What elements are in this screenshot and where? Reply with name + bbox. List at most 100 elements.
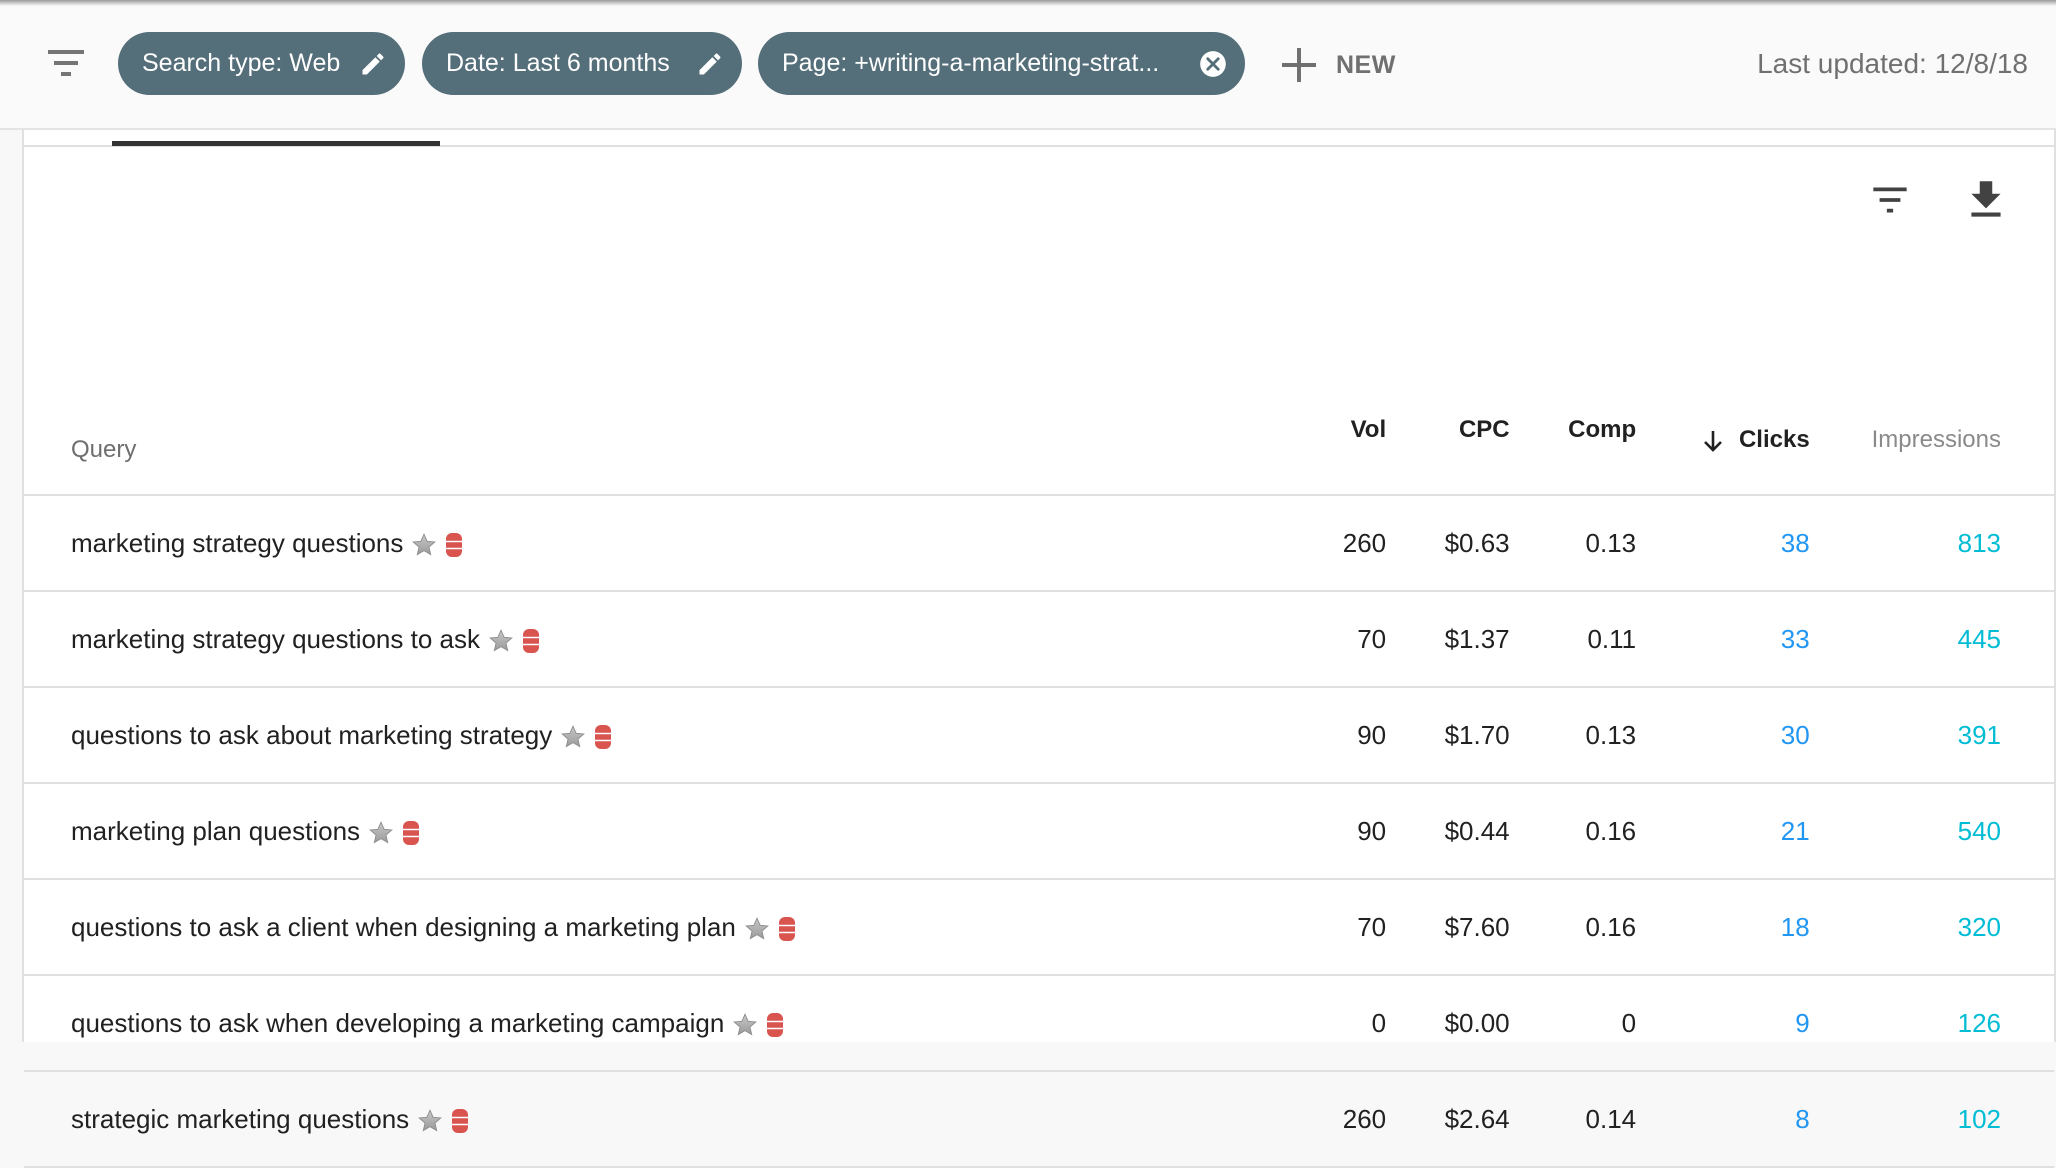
vol-cell: 90: [795, 687, 1387, 784]
database-icon[interactable]: [402, 820, 420, 846]
clicks-cell[interactable]: 38: [1636, 495, 1810, 592]
cpc-cell: $0.63: [1386, 495, 1510, 592]
database-icon[interactable]: [522, 628, 540, 654]
query-text: questions to ask about marketing strateg…: [71, 719, 553, 750]
filter-list-icon[interactable]: [48, 44, 92, 84]
impressions-cell[interactable]: 102: [1809, 1071, 2054, 1168]
star-icon[interactable]: [417, 1108, 443, 1134]
column-header-query[interactable]: Query: [24, 365, 796, 496]
table-header-row: Query Vol CPC Comp Clicks Impressions: [24, 365, 2054, 496]
chip-page[interactable]: Page: +writing-a-marketing-strat...: [758, 32, 1245, 95]
vol-cell: 0: [795, 975, 1387, 1072]
table-row[interactable]: marketing plan questions 90 $0.44 0.16 2…: [24, 783, 2054, 880]
star-icon[interactable]: [744, 916, 770, 942]
vol-cell: 70: [795, 879, 1387, 976]
chip-date[interactable]: Date: Last 6 months: [422, 32, 742, 95]
last-updated: Last updated: 12/8/18: [1757, 48, 2028, 79]
tab-strip: [24, 130, 2054, 147]
table-row[interactable]: questions to ask about marketing strateg…: [24, 687, 2054, 784]
impressions-cell[interactable]: 320: [1809, 879, 2054, 976]
table-row[interactable]: marketing strategy questions to ask 70 $…: [24, 591, 2054, 688]
cpc-cell: $2.64: [1386, 1071, 1510, 1168]
query-cell[interactable]: questions to ask a client when designing…: [24, 879, 796, 976]
column-header-impressions-label: Impressions: [1871, 426, 2001, 453]
table-row[interactable]: questions to ask a client when designing…: [24, 879, 2054, 976]
database-icon[interactable]: [451, 1108, 469, 1134]
new-filter-button[interactable]: NEW: [1282, 38, 1396, 92]
clicks-cell[interactable]: 30: [1636, 687, 1810, 784]
database-icon[interactable]: [445, 532, 463, 558]
query-text: questions to ask when developing a marke…: [71, 1007, 725, 1038]
comp-cell: 0: [1509, 975, 1637, 1072]
vol-cell: 260: [795, 495, 1387, 592]
filter-list-icon[interactable]: [1865, 175, 1915, 225]
column-header-clicks[interactable]: Clicks: [1636, 365, 1810, 496]
clicks-cell[interactable]: 18: [1636, 879, 1810, 976]
column-header-vol[interactable]: Vol: [795, 365, 1387, 496]
query-text: strategic marketing questions: [71, 1103, 410, 1134]
impressions-cell[interactable]: 813: [1809, 495, 2054, 592]
cpc-cell: $1.70: [1386, 687, 1510, 784]
impressions-value: 445: [1957, 623, 2001, 654]
cpc-cell: $1.37: [1386, 591, 1510, 688]
queries-card: Query Vol CPC Comp Clicks Impressions ma…: [22, 130, 2056, 1168]
database-icon[interactable]: [766, 1012, 784, 1038]
star-icon[interactable]: [560, 724, 586, 750]
close-circle-icon[interactable]: [1199, 50, 1227, 78]
impressions-value: 126: [1957, 1007, 2001, 1038]
impressions-value: 320: [1957, 911, 2001, 942]
clicks-cell[interactable]: 8: [1636, 1071, 1810, 1168]
star-icon[interactable]: [732, 1012, 758, 1038]
pencil-icon[interactable]: [696, 50, 724, 78]
impressions-cell[interactable]: 126: [1809, 975, 2054, 1072]
table-row[interactable]: strategic marketing questions 260 $2.64 …: [24, 1071, 2054, 1168]
comp-cell: 0.16: [1509, 783, 1637, 880]
query-text: marketing strategy questions: [71, 527, 404, 558]
vol-cell: 260: [795, 1071, 1387, 1168]
query-cell[interactable]: marketing plan questions: [24, 783, 796, 880]
impressions-cell[interactable]: 540: [1809, 783, 2054, 880]
comp-cell: 0.14: [1509, 1071, 1637, 1168]
table-row[interactable]: marketing strategy questions 260 $0.63 0…: [24, 495, 2054, 592]
query-cell[interactable]: questions to ask about marketing strateg…: [24, 687, 796, 784]
new-filter-label: NEW: [1336, 50, 1396, 79]
active-tab-indicator: [112, 141, 440, 146]
column-header-cpc[interactable]: CPC: [1386, 365, 1510, 496]
query-cell[interactable]: marketing strategy questions: [24, 495, 796, 592]
query-text: questions to ask a client when designing…: [71, 911, 736, 942]
download-icon[interactable]: [1961, 175, 2011, 225]
clicks-cell[interactable]: 21: [1636, 783, 1810, 880]
cpc-cell: $7.60: [1386, 879, 1510, 976]
comp-cell: 0.16: [1509, 879, 1637, 976]
cpc-cell: $0.00: [1386, 975, 1510, 1072]
chip-label: Page: +writing-a-marketing-strat...: [782, 49, 1160, 77]
filter-bar: Search type: Web Date: Last 6 months Pag…: [0, 0, 2056, 130]
column-header-clicks-label: Clicks: [1738, 426, 1810, 453]
plus-icon: [1282, 48, 1316, 82]
star-icon[interactable]: [488, 628, 514, 654]
column-header-comp[interactable]: Comp: [1509, 365, 1637, 496]
chip-label: Date: Last 6 months: [446, 49, 670, 77]
chip-label: Search type: Web: [142, 49, 341, 77]
query-cell[interactable]: marketing strategy questions to ask: [24, 591, 796, 688]
impressions-cell[interactable]: 445: [1809, 591, 2054, 688]
clicks-cell[interactable]: 9: [1636, 975, 1810, 1072]
pencil-icon[interactable]: [359, 50, 387, 78]
query-cell[interactable]: questions to ask when developing a marke…: [24, 975, 796, 1072]
database-icon[interactable]: [778, 916, 796, 942]
impressions-cell[interactable]: 391: [1809, 687, 2054, 784]
query-text: marketing plan questions: [71, 815, 361, 846]
column-header-impressions[interactable]: Impressions: [1809, 365, 2054, 496]
database-icon[interactable]: [594, 724, 612, 750]
star-icon[interactable]: [411, 532, 437, 558]
clicks-cell[interactable]: 33: [1636, 591, 1810, 688]
comp-cell: 0.11: [1509, 591, 1637, 688]
table-row[interactable]: questions to ask when developing a marke…: [24, 975, 2054, 1072]
impressions-value: 540: [1957, 815, 2001, 846]
chip-search-type[interactable]: Search type: Web: [118, 32, 405, 95]
queries-table: Query Vol CPC Comp Clicks Impressions ma…: [24, 365, 2054, 1168]
vol-cell: 90: [795, 783, 1387, 880]
query-text: marketing strategy questions to ask: [71, 623, 480, 654]
star-icon[interactable]: [368, 820, 394, 846]
query-cell[interactable]: strategic marketing questions: [24, 1071, 796, 1168]
